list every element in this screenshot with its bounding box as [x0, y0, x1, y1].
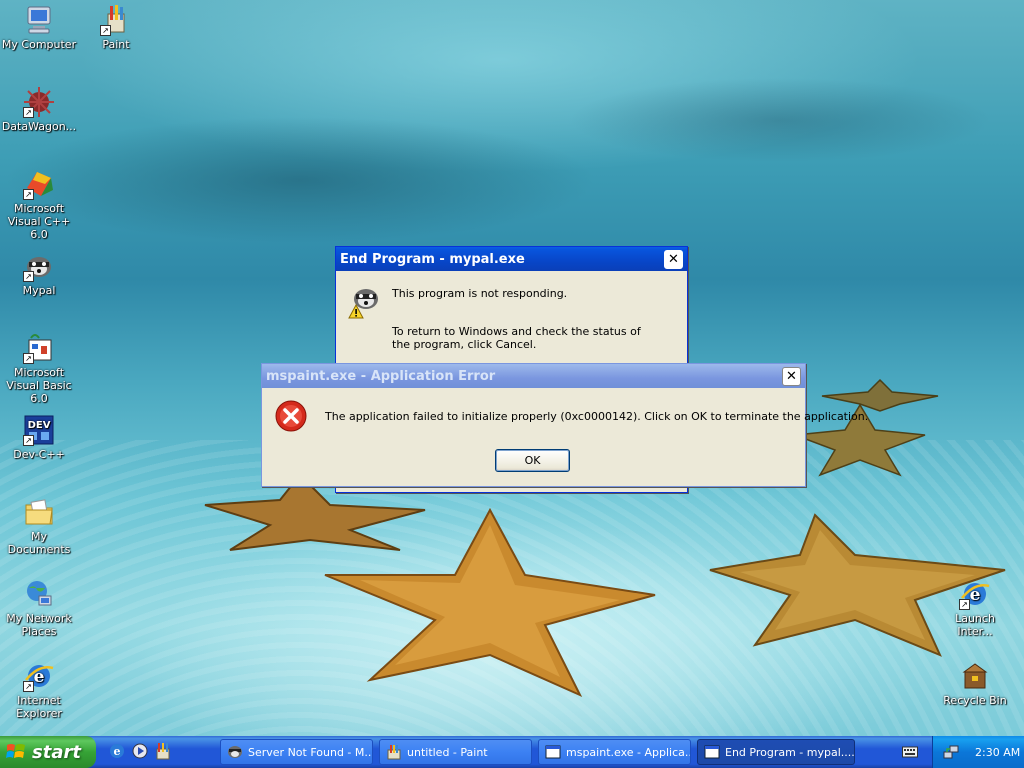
application-error-title: mspaint.exe - Application Error	[266, 368, 496, 384]
starfish-back-2	[821, 378, 939, 412]
folder-icon	[23, 496, 55, 528]
start-label: start	[32, 741, 81, 763]
desktop-icon-label: Microsoft Visual C++ 6.0	[7, 202, 71, 241]
application-error-dialog[interactable]: mspaint.exe - Application Error ✕ The ap…	[261, 363, 868, 487]
mypal-raccoon-icon	[228, 746, 242, 758]
task-label: Server Not Found - M...	[248, 745, 373, 759]
dev-cpp-icon: DEV ↗	[23, 414, 55, 446]
desktop-icon-label: Microsoft Visual Basic 6.0	[6, 366, 72, 405]
internet-explorer-icon: e ↗	[23, 660, 55, 692]
shortcut-arrow-icon: ↗	[959, 599, 970, 610]
end-program-titlebar[interactable]: End Program - mypal.exe ✕	[336, 247, 687, 271]
datawagon-icon: ↗	[23, 86, 55, 118]
taskbar: start e Server Not Found - M... untitled…	[0, 736, 1024, 768]
shortcut-arrow-icon: ↗	[23, 681, 34, 692]
ok-button[interactable]: OK	[495, 449, 570, 472]
taskbar-button-untitled-paint[interactable]: untitled - Paint	[379, 739, 532, 765]
error-icon	[275, 400, 307, 432]
desktop-icon-label: Dev-C++	[13, 448, 65, 461]
quick-launch-paint-icon[interactable]	[154, 742, 172, 760]
shortcut-arrow-icon: ↗	[23, 271, 34, 282]
taskbar-button-end-program[interactable]: End Program - mypal....	[697, 739, 855, 765]
cancel-instructions-text: To return to Windows and check the statu…	[392, 325, 641, 351]
window-icon	[545, 745, 561, 759]
paint-icon: ↗	[100, 4, 132, 36]
task-label: mspaint.exe - Applica...	[566, 745, 691, 759]
shortcut-arrow-icon: ↗	[23, 107, 34, 118]
desktop-icon-label: Paint	[102, 38, 130, 51]
desktop-icon-datawagon[interactable]: ↗ DataWagon...	[0, 86, 78, 133]
desktop-icon-internet-explorer[interactable]: e ↗ Internet Explorer	[0, 660, 78, 720]
end-program-close-button[interactable]: ✕	[664, 249, 683, 269]
application-error-titlebar[interactable]: mspaint.exe - Application Error ✕	[262, 364, 805, 388]
my-computer-icon	[23, 4, 55, 36]
shortcut-arrow-icon: ↗	[23, 435, 34, 446]
recycle-bin-icon	[959, 660, 991, 692]
network-globe-icon	[23, 578, 55, 610]
paint-icon	[387, 745, 401, 760]
windows-logo-icon	[6, 744, 25, 758]
desktop-icon-label: Mypal	[22, 284, 56, 297]
desktop-icon-label: My Network Places	[6, 612, 72, 638]
task-label: untitled - Paint	[407, 745, 488, 759]
desktop-icon-mypal[interactable]: ↗ Mypal	[0, 250, 78, 297]
desktop-icon-recycle-bin[interactable]: Recycle Bin	[936, 660, 1014, 707]
desktop-icon-label: Recycle Bin	[943, 694, 1007, 707]
desktop-icon-my-documents[interactable]: My Documents	[0, 496, 78, 556]
desktop-icon-label: My Computer	[1, 38, 77, 51]
error-message-text: The application failed to initialize pro…	[325, 410, 869, 423]
clock[interactable]: 2:30 AM	[975, 746, 1020, 759]
desktop-icon-my-network-places[interactable]: My Network Places	[0, 578, 78, 638]
shortcut-arrow-icon: ↗	[23, 189, 34, 200]
visual-basic-icon: ↗	[23, 332, 55, 364]
close-icon: ✕	[668, 251, 679, 267]
desktop-icon-label: DataWagon...	[1, 120, 77, 133]
shortcut-arrow-icon: ↗	[100, 25, 111, 36]
desktop-icon-label: My Documents	[7, 530, 71, 556]
desktop-icon-launch-internet[interactable]: e ↗ Launch Inter...	[936, 578, 1014, 638]
end-program-title: End Program - mypal.exe	[340, 251, 525, 267]
desktop-icon-visual-basic[interactable]: ↗ Microsoft Visual Basic 6.0	[0, 332, 78, 405]
task-label: End Program - mypal....	[725, 745, 855, 759]
desktop-icon-paint[interactable]: ↗ Paint	[77, 4, 155, 51]
quick-launch-ie-icon[interactable]: e	[108, 742, 126, 760]
window-icon	[704, 745, 720, 759]
start-button[interactable]: start	[0, 736, 96, 768]
dev-badge-text: DEV	[28, 420, 51, 431]
taskbar-button-server-not-found[interactable]: Server Not Found - M...	[220, 739, 373, 765]
keyboard-icon[interactable]	[902, 745, 918, 759]
mypal-warning-icon	[348, 289, 378, 319]
shortcut-arrow-icon: ↗	[23, 353, 34, 364]
mypal-raccoon-icon: ↗	[23, 250, 55, 282]
quick-launch-media-player-icon[interactable]	[131, 742, 149, 760]
desktop-icon-visual-cpp[interactable]: ↗ Microsoft Visual C++ 6.0	[0, 168, 78, 241]
system-tray: 2:30 AM	[932, 736, 1024, 768]
close-icon: ✕	[786, 368, 797, 384]
internet-explorer-icon: e ↗	[959, 578, 991, 610]
svg-text:e: e	[114, 745, 121, 758]
taskbar-button-mspaint-error[interactable]: mspaint.exe - Applica...	[538, 739, 691, 765]
desktop-icon-label: Internet Explorer	[16, 694, 62, 720]
not-responding-text: This program is not responding.	[392, 287, 568, 300]
desktop-icon-my-computer[interactable]: My Computer	[0, 4, 78, 51]
network-tray-icon[interactable]	[943, 744, 959, 760]
desktop-icon-label: Launch Inter...	[955, 612, 995, 638]
application-error-close-button[interactable]: ✕	[782, 366, 801, 386]
visual-cpp-icon: ↗	[23, 168, 55, 200]
desktop-icon-dev-cpp[interactable]: DEV ↗ Dev-C++	[0, 414, 78, 461]
